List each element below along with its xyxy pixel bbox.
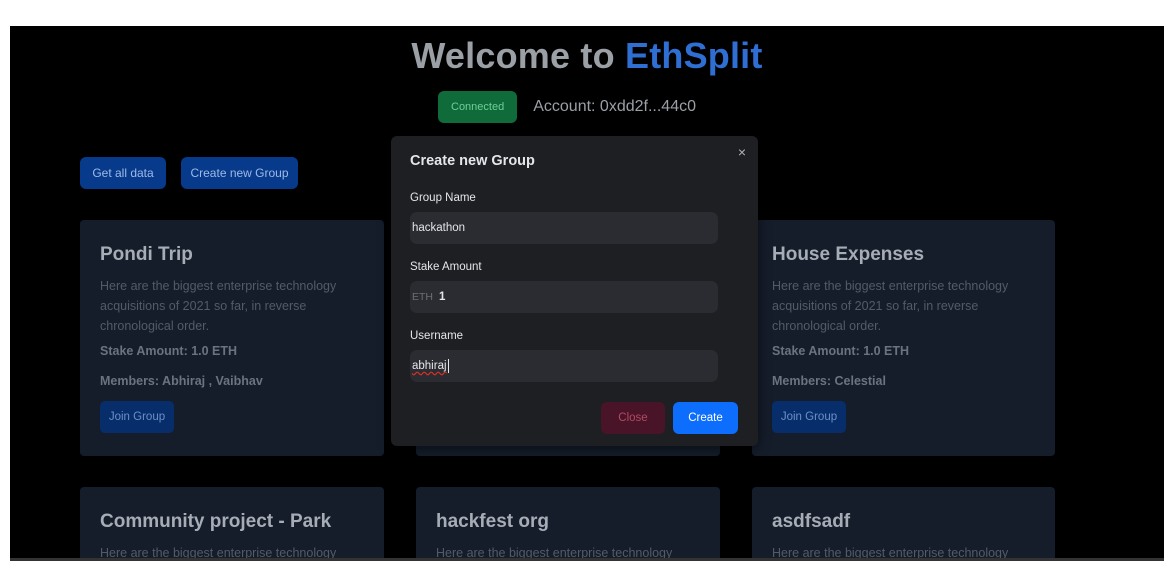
window-bottom-edge xyxy=(10,558,1164,561)
connection-status-row: Connected Account: 0xdd2f...44c0 xyxy=(438,90,696,124)
username-input[interactable]: abhiraj xyxy=(410,350,718,382)
create-button[interactable]: Create xyxy=(673,402,738,434)
group-name-input[interactable]: hackathon xyxy=(410,212,718,244)
create-new-group-button[interactable]: Create new Group xyxy=(181,157,298,189)
group-name: Community project - Park xyxy=(100,511,332,532)
app-window: Welcome to EthSplit Connected Account: 0… xyxy=(10,26,1164,558)
title-brand: EthSplit xyxy=(624,35,763,76)
group-card: asdfsadf Here are the biggest enterprise… xyxy=(752,487,1055,558)
username-label: Username xyxy=(410,330,464,342)
text-caret xyxy=(447,359,449,373)
group-description: Here are the biggest enterprise technolo… xyxy=(100,279,337,333)
group-name: hackfest org xyxy=(436,511,549,532)
username-value: abhiraj xyxy=(412,360,447,372)
group-description: Here are the biggest enterprise technolo… xyxy=(100,546,337,558)
connected-badge[interactable]: Connected xyxy=(438,91,518,123)
group-name-value: hackathon xyxy=(412,222,466,234)
close-icon[interactable]: × xyxy=(738,144,746,160)
group-stake: Stake Amount: 1.0 ETH xyxy=(100,344,238,358)
group-description: Here are the biggest enterprise technolo… xyxy=(772,546,1009,558)
group-card: Pondi Trip Here are the biggest enterpri… xyxy=(80,220,384,456)
get-all-data-button[interactable]: Get all data xyxy=(80,157,166,189)
group-description: Here are the biggest enterprise technolo… xyxy=(772,279,1009,333)
stake-amount-value: 1 xyxy=(439,291,446,303)
group-stake: Stake Amount: 1.0 ETH xyxy=(772,344,910,358)
group-card: hackfest org Here are the biggest enterp… xyxy=(416,487,720,558)
group-members: Members: Abhiraj , Vaibhav xyxy=(100,374,263,388)
title-prefix: Welcome to xyxy=(411,35,615,76)
page-title: Welcome to EthSplit xyxy=(10,35,1164,77)
group-name: asdfsadf xyxy=(772,511,851,532)
group-name: House Expenses xyxy=(772,244,925,265)
group-name: Pondi Trip xyxy=(100,244,193,265)
stake-amount-input[interactable]: ETH 1 xyxy=(410,281,718,313)
join-group-button[interactable]: Join Group xyxy=(772,401,846,433)
modal-title: Create new Group xyxy=(410,153,535,169)
create-group-modal: Create new Group × Group Name hackathon … xyxy=(391,136,758,446)
group-description: Here are the biggest enterprise technolo… xyxy=(436,546,673,558)
group-members: Members: Celestial xyxy=(772,374,886,388)
account-address: Account: 0xdd2f...44c0 xyxy=(533,98,696,115)
group-card: House Expenses Here are the biggest ente… xyxy=(752,220,1055,456)
group-card: Community project - Park Here are the bi… xyxy=(80,487,384,558)
close-button[interactable]: Close xyxy=(601,402,665,434)
group-name-label: Group Name xyxy=(410,192,476,204)
join-group-button[interactable]: Join Group xyxy=(100,401,174,433)
stake-amount-label: Stake Amount xyxy=(410,261,482,273)
stake-currency-prefix: ETH xyxy=(412,291,433,303)
